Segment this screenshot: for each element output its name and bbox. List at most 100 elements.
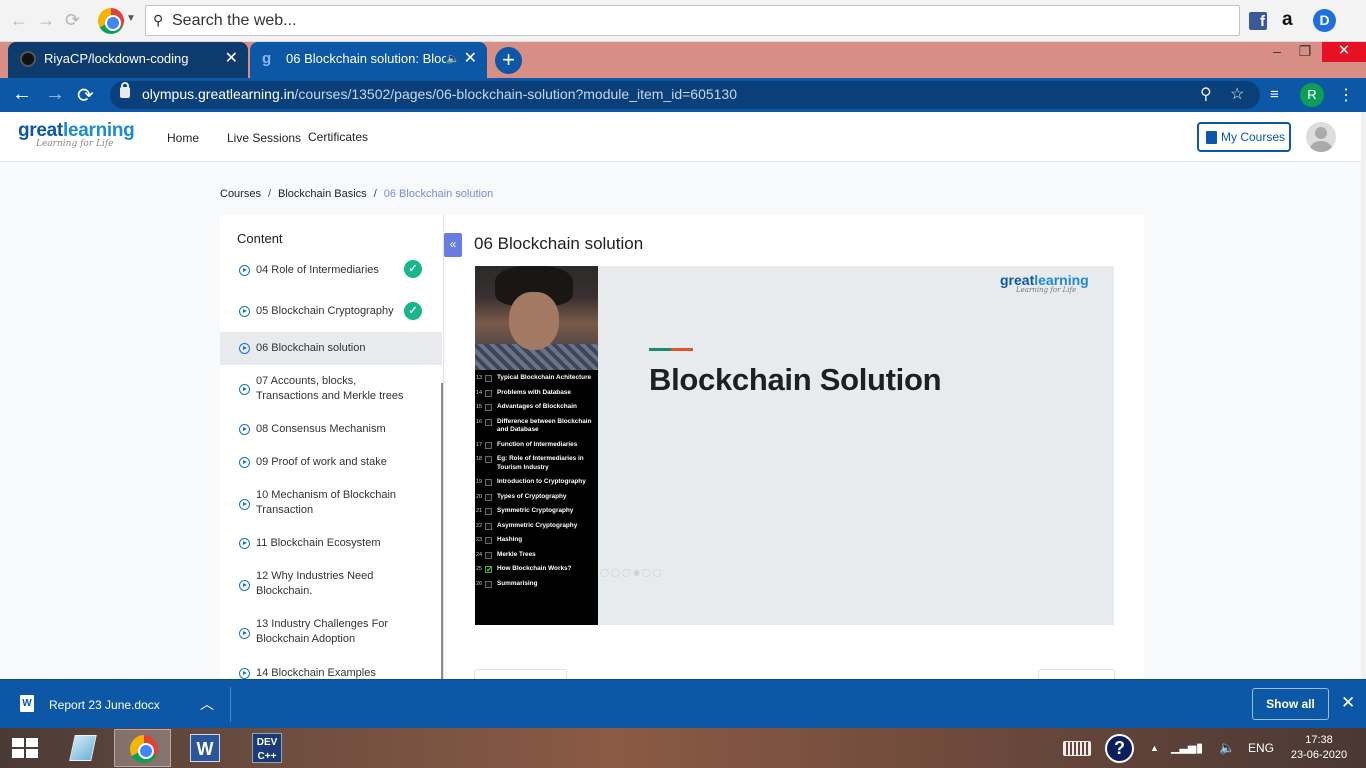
search-icon: ⚲ — [153, 12, 164, 28]
breadcrumb-blockchain-basics[interactable]: Blockchain Basics — [278, 188, 367, 200]
taskbar-app-word[interactable]: W — [176, 729, 233, 767]
sidebar-item-14[interactable]: 14 Blockchain Examples — [220, 665, 442, 679]
minimize-button[interactable]: – — [1266, 42, 1288, 62]
tab-strip: RiyaCP/lockdown-coding ✕ g 06 Blockchain… — [0, 42, 1366, 78]
topic-item: How Blockchain Works? — [497, 565, 572, 572]
os-refresh-icon[interactable]: ⟳ — [65, 10, 80, 31]
my-courses-button[interactable]: My Courses — [1197, 122, 1291, 152]
show-all-button[interactable]: Show all — [1252, 688, 1329, 720]
chrome-logo-icon[interactable] — [98, 8, 124, 34]
play-circle-icon — [239, 668, 250, 679]
word-icon: W — [190, 734, 220, 762]
language-indicator[interactable]: ENG — [1248, 728, 1274, 768]
greatlearning-logo[interactable]: greatlearning Learning for Life — [18, 120, 135, 149]
back-icon[interactable]: ← — [12, 83, 32, 106]
windows-start-icon[interactable] — [12, 738, 38, 758]
nav-live-sessions[interactable]: Live Sessions — [227, 131, 301, 145]
completed-check-icon: ✓ — [404, 302, 422, 320]
bookmark-star-icon[interactable]: ☆ — [1230, 84, 1244, 104]
tab-blockchain-solution[interactable]: g 06 Blockchain solution: Block 🔈 ✕ — [250, 42, 487, 78]
volume-icon[interactable]: 🔈 — [1219, 728, 1235, 768]
sidebar-item-label: 07 Accounts, blocks, Transactions and Me… — [256, 375, 404, 402]
reload-icon[interactable]: ⟳ — [77, 83, 94, 108]
web-search-box[interactable]: ⚲ — [145, 5, 1240, 36]
sidebar-item-08[interactable]: 08 Consensus Mechanism — [220, 421, 442, 441]
sidebar-item-12[interactable]: 12 Why Industries Need Blockchain. — [220, 569, 442, 603]
topic-item: Advantages of Blockchain — [497, 403, 577, 410]
d-extension-icon[interactable]: D — [1313, 9, 1336, 32]
content-sidebar: Content 04 Role of Intermediaries ✓ 05 B… — [220, 215, 444, 679]
sidebar-item-10[interactable]: 10 Mechanism of Blockchain Transaction — [220, 488, 442, 522]
sidebar-item-label: 13 Industry Challenges For Blockchain Ad… — [256, 618, 389, 645]
chevron-down-icon[interactable]: ▼ — [126, 13, 136, 24]
check-icon: ✓ — [485, 565, 493, 574]
url-path: /courses/13502/pages/06-blockchain-solut… — [294, 86, 738, 102]
github-icon — [20, 51, 36, 67]
sidebar-item-06[interactable]: 06 Blockchain solution — [220, 332, 442, 365]
maximize-button[interactable]: ❐ — [1294, 42, 1316, 62]
play-circle-icon — [239, 306, 250, 317]
logo-text-main: great — [18, 120, 63, 141]
page-title: 06 Blockchain solution — [474, 234, 644, 253]
network-signal-icon[interactable]: ▁▃▅ — [1171, 728, 1196, 768]
sidebar-item-13[interactable]: 13 Industry Challenges For Blockchain Ad… — [220, 617, 442, 651]
system-clock[interactable]: 17:38 23-06-2020 — [1284, 733, 1354, 763]
completed-check-icon: ✓ — [404, 260, 422, 278]
media-queue-icon[interactable]: ≡ — [1270, 86, 1279, 103]
close-icon[interactable]: ✕ — [1341, 693, 1355, 713]
facebook-icon[interactable]: f — [1249, 12, 1267, 30]
touch-keyboard-icon[interactable] — [1063, 741, 1091, 756]
sidebar-item-label: 11 Blockchain Ecosystem — [256, 537, 381, 549]
tab-github[interactable]: RiyaCP/lockdown-coding ✕ — [8, 42, 248, 78]
zoom-icon[interactable]: ⚲ — [1200, 84, 1212, 104]
sidebar-item-05[interactable]: 05 Blockchain Cryptography ✓ — [220, 301, 442, 331]
page-scrollbar[interactable] — [1361, 112, 1366, 679]
sidebar-scrollbar[interactable] — [441, 383, 443, 679]
speaker-icon[interactable]: 🔈 — [446, 42, 460, 76]
sidebar-item-label: 10 Mechanism of Blockchain Transaction — [256, 489, 397, 516]
chevron-up-icon[interactable]: ︿ — [200, 694, 214, 714]
show-hidden-icons-icon[interactable]: ▲ — [1150, 728, 1159, 768]
url-field[interactable]: olympus.greatlearning.in/courses/13502/p… — [110, 81, 1260, 109]
word-document-icon: W — [20, 695, 34, 712]
taskbar-app-notes[interactable] — [52, 729, 109, 767]
topic-item: Hashing — [497, 536, 523, 543]
sidebar-item-04[interactable]: 04 Role of Intermediaries ✓ — [220, 260, 442, 293]
breadcrumb-courses[interactable]: Courses — [220, 188, 261, 200]
battery-icon[interactable]: ▮ — [1196, 728, 1203, 768]
new-tab-button[interactable]: + — [495, 47, 522, 74]
os-forward-icon[interactable]: → — [37, 10, 55, 31]
window-close-button[interactable]: ✕ — [1322, 42, 1366, 62]
clock-date: 23-06-2020 — [1290, 749, 1348, 761]
download-file-name[interactable]: Report 23 June.docx — [49, 698, 160, 712]
user-avatar[interactable] — [1306, 122, 1336, 152]
topic-item: Typical Blockchain Achitecture — [497, 374, 592, 381]
tab-title: RiyaCP/lockdown-coding — [44, 51, 189, 66]
tab-close-icon[interactable]: ✕ — [464, 42, 477, 76]
taskbar-app-devcpp[interactable]: DEV C++ — [238, 729, 295, 767]
lecture-video-player[interactable]: 13 Typical Blockchain Achitecture 14 Probl… — [475, 266, 1114, 625]
sidebar-item-11[interactable]: 11 Blockchain Ecosystem — [220, 535, 442, 555]
kebab-menu-icon[interactable]: ⋮ — [1338, 85, 1354, 105]
lock-icon[interactable] — [120, 82, 130, 98]
greatlearning-favicon-icon: g — [262, 50, 272, 67]
sidebar-item-label: 08 Consensus Mechanism — [256, 423, 386, 435]
tab-close-icon[interactable]: ✕ — [225, 42, 238, 76]
help-icon[interactable]: ? — [1105, 734, 1134, 763]
taskbar-app-chrome[interactable] — [114, 729, 171, 767]
collapse-sidebar-button[interactable]: « — [444, 233, 462, 257]
my-courses-label: My Courses — [1221, 130, 1286, 144]
os-back-icon[interactable]: ← — [10, 10, 28, 31]
topic-item: Problems with Database — [497, 388, 571, 396]
web-search-input[interactable] — [172, 10, 1172, 32]
notes-app-icon — [69, 735, 97, 761]
topic-item: Symmetric Cryptography — [497, 507, 574, 514]
sidebar-item-label: 14 Blockchain Examples — [256, 667, 376, 679]
sidebar-item-07[interactable]: 07 Accounts, blocks, Transactions and Me… — [220, 373, 442, 407]
amazon-icon[interactable]: a — [1282, 9, 1293, 31]
nav-home[interactable]: Home — [167, 131, 199, 145]
forward-icon[interactable]: → — [45, 83, 65, 106]
nav-certificates[interactable]: Certificates — [308, 130, 368, 144]
sidebar-item-09[interactable]: 09 Proof of work and stake — [220, 454, 442, 474]
profile-avatar[interactable]: R — [1300, 83, 1324, 107]
